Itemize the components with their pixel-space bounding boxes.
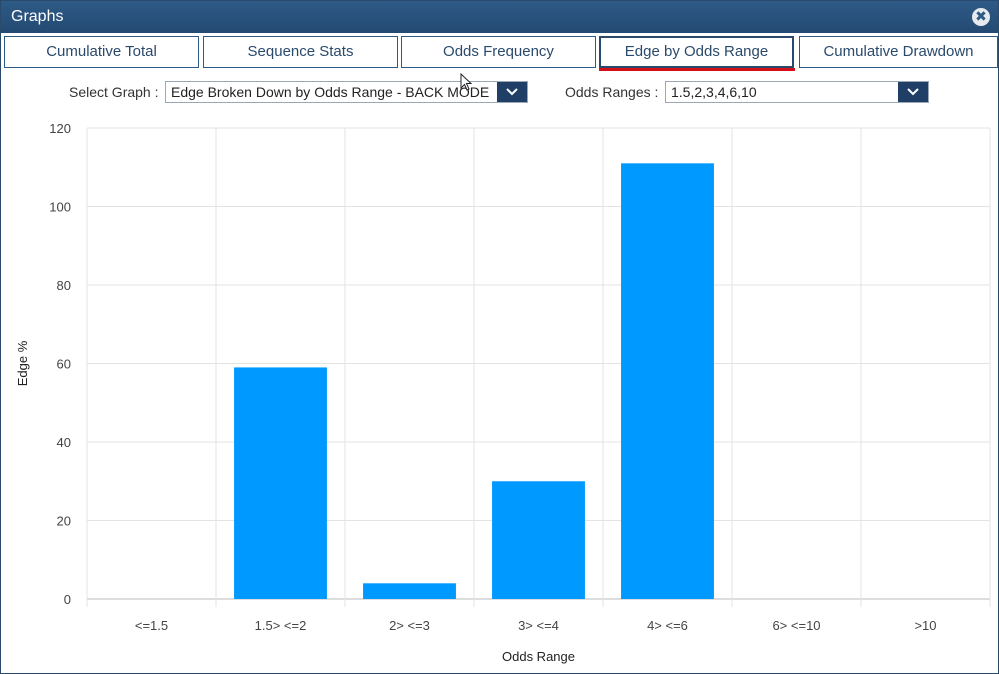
active-tab-indicator [599, 68, 795, 71]
select-graph-label: Select Graph : [69, 84, 159, 100]
x-tick-label: 6> <=10 [772, 618, 820, 633]
chevron-down-icon[interactable] [497, 82, 527, 102]
y-tick-label: 0 [64, 592, 71, 607]
y-tick-label: 120 [49, 121, 71, 136]
tab-sequence-stats[interactable]: Sequence Stats [203, 36, 398, 68]
odds-ranges-label: Odds Ranges : [565, 84, 659, 100]
y-tick-label: 80 [57, 278, 71, 293]
x-tick-label: 2> <=3 [389, 618, 430, 633]
graphs-window: Graphs ✖ Cumulative Total Sequence Stats… [0, 0, 999, 674]
close-icon[interactable]: ✖ [972, 8, 990, 26]
tab-cumulative-total[interactable]: Cumulative Total [4, 36, 199, 68]
title-bar: Graphs ✖ [1, 1, 998, 33]
bar [621, 163, 714, 599]
x-axis-title: Odds Range [502, 649, 575, 664]
bar [234, 367, 327, 599]
odds-ranges-value: 1.5,2,3,4,6,10 [671, 84, 757, 100]
y-axis-title: Edge % [15, 340, 30, 386]
y-tick-label: 40 [57, 435, 71, 450]
odds-ranges-dropdown[interactable]: 1.5,2,3,4,6,10 [665, 81, 929, 103]
graph-controls: Select Graph : Edge Broken Down by Odds … [1, 81, 998, 105]
bar [363, 583, 456, 599]
select-graph-dropdown[interactable]: Edge Broken Down by Odds Range - BACK MO… [165, 81, 528, 103]
tab-edge-by-odds-range[interactable]: Edge by Odds Range [599, 36, 794, 68]
y-tick-label: 20 [57, 514, 71, 529]
edge-bar-chart: 0 20 40 60 80 100 120 <=1.5 1.5> <=2 2> <=3 3> <=4… [1, 111, 998, 673]
tab-cumulative-drawdown[interactable]: Cumulative Drawdown [799, 36, 998, 68]
graph-tabs: Cumulative Total Sequence Stats Odds Fre… [4, 36, 998, 70]
select-graph-value: Edge Broken Down by Odds Range - BACK MO… [171, 84, 490, 100]
y-tick-label: 100 [49, 200, 71, 215]
mouse-cursor-icon [460, 73, 472, 91]
x-tick-label: 3> <=4 [518, 618, 559, 633]
x-tick-label: >10 [914, 618, 936, 633]
tab-odds-frequency[interactable]: Odds Frequency [401, 36, 596, 68]
x-tick-label: 4> <=6 [647, 618, 688, 633]
chevron-down-icon[interactable] [898, 82, 928, 102]
bar [492, 481, 585, 599]
y-tick-label: 60 [57, 357, 71, 372]
x-tick-label: <=1.5 [135, 618, 168, 633]
chart-canvas: 0 20 40 60 80 100 120 <=1.5 1.5> <=2 2> <=3 3> <=4… [15, 121, 991, 664]
x-tick-label: 1.5> <=2 [255, 618, 307, 633]
window-title: Graphs [11, 8, 64, 25]
